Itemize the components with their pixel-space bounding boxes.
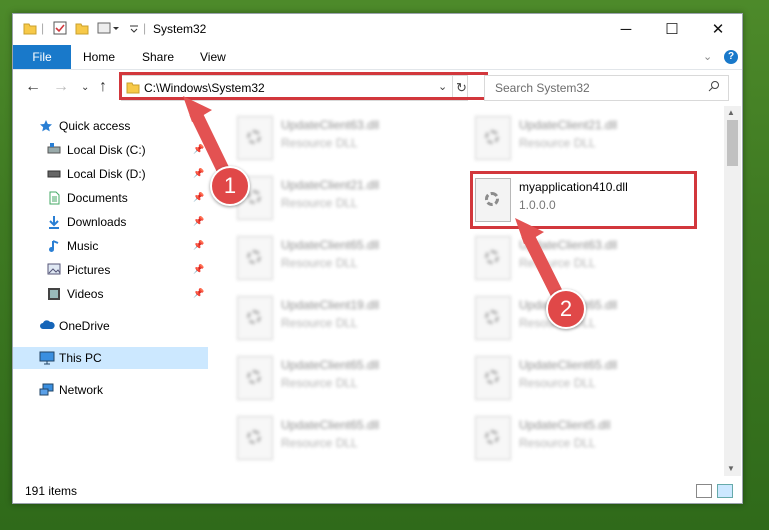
file-tab[interactable]: File bbox=[13, 45, 71, 69]
file-item[interactable]: UpdateClient19.dll Resource DLL bbox=[237, 292, 457, 342]
pin-icon[interactable]: 📌 bbox=[193, 288, 204, 299]
sidebar-item-this-pc[interactable]: This PC bbox=[13, 347, 208, 369]
navigation-pane: Quick access Local Disk (C:) 📌 Local Dis… bbox=[13, 106, 208, 476]
folder-icon bbox=[23, 21, 37, 38]
forward-button[interactable]: → bbox=[53, 78, 69, 96]
cloud-icon bbox=[39, 319, 55, 333]
sidebar-item-videos[interactable]: Videos 📌 bbox=[13, 283, 208, 305]
file-highlight-box bbox=[470, 171, 697, 229]
step-badge-2: 2 bbox=[546, 289, 586, 329]
sidebar-item-quick-access[interactable]: Quick access bbox=[13, 115, 208, 137]
drive-icon bbox=[47, 167, 63, 181]
item-count: 191 items bbox=[25, 484, 78, 498]
file-item[interactable]: UpdateClient65.dll Resource DLL bbox=[237, 352, 457, 402]
search-icon[interactable] bbox=[708, 80, 720, 95]
document-icon bbox=[47, 191, 63, 205]
dll-file-icon bbox=[475, 296, 511, 340]
help-button[interactable]: ? bbox=[724, 50, 738, 64]
explorer-window: | | System32 ─ ☐ ✕ File Home Share View … bbox=[12, 13, 743, 504]
file-item[interactable]: UpdateClient63.dll Resource DLL bbox=[237, 112, 457, 162]
pin-icon[interactable]: 📌 bbox=[193, 240, 204, 251]
tab-view[interactable]: View bbox=[200, 45, 226, 69]
pin-icon[interactable]: 📌 bbox=[193, 264, 204, 275]
large-icons-view-icon[interactable] bbox=[717, 484, 733, 498]
sidebar-item-music[interactable]: Music 📌 bbox=[13, 235, 208, 257]
videos-icon bbox=[47, 287, 63, 301]
status-bar: 191 items bbox=[13, 476, 742, 503]
tab-home[interactable]: Home bbox=[83, 45, 115, 69]
title-bar: | | System32 ─ ☐ ✕ bbox=[13, 14, 742, 45]
file-item[interactable]: UpdateClient5.dll Resource DLL bbox=[475, 412, 695, 462]
maximize-button[interactable]: ☐ bbox=[649, 14, 695, 45]
dll-file-icon bbox=[237, 356, 273, 400]
scrollbar-thumb[interactable] bbox=[727, 120, 738, 166]
scroll-down-arrow-icon[interactable]: ▼ bbox=[727, 464, 735, 473]
vertical-scrollbar[interactable]: ▲ ▼ bbox=[724, 106, 741, 476]
file-item[interactable]: UpdateClient65.dll Resource DLL bbox=[475, 352, 695, 402]
dll-file-icon bbox=[475, 236, 511, 280]
pin-icon[interactable]: 📌 bbox=[193, 216, 204, 227]
file-item[interactable]: UpdateClient65.dll Resource DLL bbox=[475, 292, 695, 342]
computer-icon bbox=[39, 351, 55, 365]
star-icon bbox=[39, 119, 55, 133]
music-icon bbox=[47, 239, 63, 253]
dll-file-icon bbox=[237, 236, 273, 280]
expand-ribbon-icon[interactable]: ⌄ bbox=[703, 45, 712, 69]
sidebar-item-onedrive[interactable]: OneDrive bbox=[13, 315, 208, 337]
close-button[interactable]: ✕ bbox=[695, 14, 741, 45]
sidebar-item-downloads[interactable]: Downloads 📌 bbox=[13, 211, 208, 233]
scroll-up-arrow-icon[interactable]: ▲ bbox=[727, 108, 735, 117]
details-view-icon[interactable] bbox=[696, 484, 712, 498]
dll-file-icon bbox=[475, 356, 511, 400]
dll-file-icon bbox=[475, 116, 511, 160]
network-icon bbox=[39, 383, 55, 397]
quick-access-dropdown-icon[interactable] bbox=[129, 21, 139, 38]
sidebar-item-local-disk-c[interactable]: Local Disk (C:) 📌 bbox=[13, 139, 208, 161]
tab-share[interactable]: Share bbox=[142, 45, 174, 69]
ribbon: File Home Share View ⌄ ? bbox=[13, 45, 742, 70]
file-item[interactable]: UpdateClient65.dll Resource DLL bbox=[237, 232, 457, 282]
file-item[interactable]: UpdateClient21.dll Resource DLL bbox=[475, 112, 695, 162]
pictures-icon bbox=[47, 263, 63, 277]
dll-file-icon bbox=[237, 296, 273, 340]
separator: | bbox=[41, 21, 45, 35]
address-highlight-box bbox=[119, 72, 488, 100]
recent-locations-dropdown[interactable]: ⌄ bbox=[81, 82, 89, 93]
search-box[interactable]: Search System32 bbox=[484, 75, 729, 101]
drive-icon bbox=[47, 143, 63, 157]
dll-file-icon bbox=[237, 416, 273, 460]
step-badge-1: 1 bbox=[210, 166, 250, 206]
file-item[interactable]: UpdateClient65.dll Resource DLL bbox=[237, 412, 457, 462]
search-input[interactable]: Search System32 bbox=[495, 81, 590, 95]
pin-icon[interactable]: 📌 bbox=[193, 144, 204, 155]
sidebar-item-pictures[interactable]: Pictures 📌 bbox=[13, 259, 208, 281]
pin-icon[interactable]: 📌 bbox=[193, 168, 204, 179]
properties-icon[interactable] bbox=[53, 21, 67, 38]
new-folder-icon[interactable] bbox=[75, 21, 89, 38]
customize-icon[interactable] bbox=[97, 21, 119, 38]
download-icon bbox=[47, 215, 63, 229]
file-list: UpdateClient63.dll Resource DLL UpdateCl… bbox=[217, 106, 724, 476]
up-button[interactable]: ↑ bbox=[99, 78, 107, 96]
back-button[interactable]: ← bbox=[25, 78, 41, 96]
file-item[interactable]: UpdateClient21.dll Resource DLL bbox=[237, 172, 457, 222]
sidebar-item-documents[interactable]: Documents 📌 bbox=[13, 187, 208, 209]
sidebar-item-local-disk-d[interactable]: Local Disk (D:) 📌 bbox=[13, 163, 208, 185]
dll-file-icon bbox=[475, 416, 511, 460]
window-title: System32 bbox=[153, 22, 207, 36]
navigation-bar: ← → ⌄ ↑ C:\Windows\System32 ⌄ ↻ Search S… bbox=[13, 70, 742, 104]
minimize-button[interactable]: ─ bbox=[603, 14, 649, 45]
file-item[interactable]: UpdateClient63.dll Resource DLL bbox=[475, 232, 695, 282]
sidebar-item-network[interactable]: Network bbox=[13, 379, 208, 401]
separator: | bbox=[143, 21, 147, 35]
pin-icon[interactable]: 📌 bbox=[193, 192, 204, 203]
dll-file-icon bbox=[237, 116, 273, 160]
